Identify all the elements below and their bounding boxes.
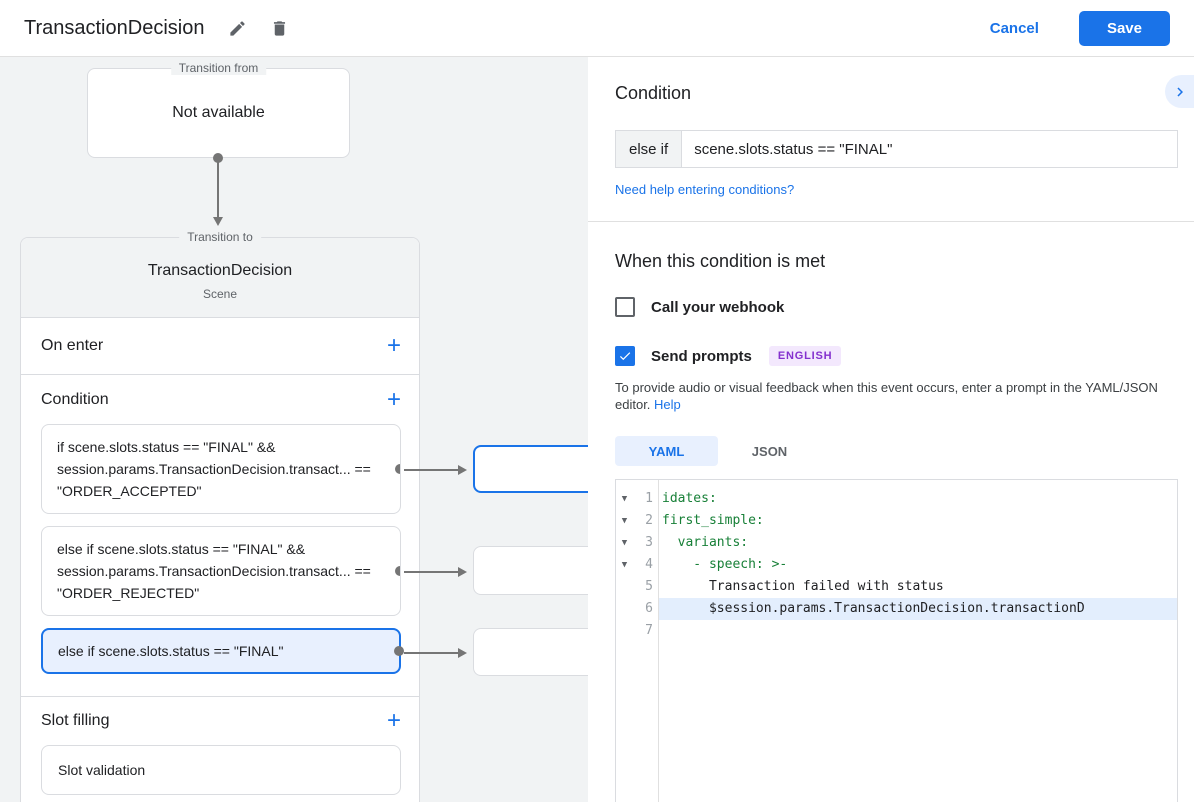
- target-scene-box-3[interactable]: [473, 628, 588, 676]
- edit-icon[interactable]: [226, 17, 248, 39]
- arrow-down-icon: [213, 217, 223, 226]
- when-condition-met-title: When this condition is met: [615, 251, 826, 271]
- code-line: first_simple:: [662, 513, 764, 528]
- line-number: 4: [645, 557, 653, 572]
- condition-card-text: else if scene.slots.status == "FINAL": [58, 643, 284, 659]
- send-prompts-label: Send prompts: [651, 347, 752, 365]
- line-number: 7: [645, 623, 653, 638]
- line-number: 6: [645, 601, 653, 616]
- transition-from-value: Not available: [172, 104, 265, 121]
- arrow-right-icon: [458, 567, 467, 577]
- transition-from-legend: Transition from: [170, 61, 267, 75]
- panel-title: Condition: [615, 83, 692, 103]
- condition-expression-input[interactable]: [682, 131, 1177, 167]
- condition-label: Condition: [41, 390, 109, 408]
- condition-card-text: if scene.slots.status == "FINAL" && sess…: [57, 439, 371, 499]
- connector-dot: [394, 646, 404, 656]
- tab-json[interactable]: JSON: [718, 436, 821, 466]
- page-title: TransactionDecision: [24, 16, 205, 39]
- transition-arrow-line: [404, 571, 459, 573]
- prompt-description: To provide audio or visual feedback when…: [615, 380, 1158, 412]
- add-condition-button[interactable]: +: [385, 387, 403, 412]
- conditions-help-link[interactable]: Need help entering conditions?: [615, 182, 794, 197]
- save-button[interactable]: Save: [1078, 10, 1170, 46]
- condition-section-header: Condition +: [21, 375, 419, 424]
- call-webhook-label: Call your webhook: [651, 298, 785, 316]
- scene-name: TransactionDecision: [147, 262, 293, 279]
- on-enter-section: On enter +: [21, 318, 419, 375]
- webhook-option-row: Call your webhook: [615, 297, 1194, 317]
- checkmark-icon: [619, 352, 631, 361]
- section-divider: [588, 221, 1194, 222]
- line-number: 5: [645, 579, 653, 594]
- yaml-code-editor[interactable]: ▼ ▼ ▼ ▼ 1 2 3 4 5 6 7 idates: first_simp…: [615, 479, 1178, 802]
- condition-card-2[interactable]: else if scene.slots.status == "FINAL" &&…: [41, 526, 401, 616]
- chevron-right-icon: [1176, 87, 1183, 96]
- tab-yaml[interactable]: YAML: [615, 436, 718, 466]
- condition-detail-panel: Condition else if Need help entering con…: [588, 57, 1194, 802]
- code-line: - speech: >-: [662, 557, 788, 572]
- scene-type-label: Scene: [202, 287, 238, 301]
- transition-from-box[interactable]: Transition from Not available: [87, 61, 350, 158]
- transition-to-legend: Transition to: [179, 230, 261, 244]
- add-on-enter-button[interactable]: +: [385, 334, 403, 358]
- scene-header: TransactionDecision Scene: [21, 238, 419, 318]
- arrow-right-icon: [458, 648, 467, 658]
- line-number: 3: [645, 535, 653, 550]
- connector-dot: [395, 464, 400, 474]
- collapse-panel-button[interactable]: [1165, 75, 1194, 108]
- cancel-button[interactable]: Cancel: [990, 20, 1039, 37]
- call-webhook-checkbox[interactable]: [615, 297, 635, 317]
- transition-arrow-line: [404, 469, 459, 471]
- slot-validation-card[interactable]: Slot validation: [41, 745, 401, 795]
- chevron-down-icon[interactable]: ▼: [616, 510, 633, 532]
- code-line: idates:: [662, 491, 717, 506]
- line-number: 2: [645, 513, 653, 528]
- slot-card-text: Slot validation: [58, 762, 146, 778]
- on-enter-label: On enter: [41, 337, 104, 354]
- editor-format-tabs: YAML JSON: [615, 436, 1194, 466]
- connector-dot: [395, 566, 400, 576]
- target-scene-box-2[interactable]: [473, 546, 588, 595]
- send-prompts-checkbox[interactable]: [615, 346, 635, 366]
- transition-arrow-line: [404, 652, 459, 654]
- condition-prefix-label: else if: [616, 131, 683, 167]
- fold-gutter: ▼ ▼ ▼ ▼: [616, 480, 633, 802]
- line-number: 1: [645, 491, 653, 506]
- condition-expression-row: else if: [615, 130, 1178, 168]
- delete-icon[interactable]: [268, 17, 290, 39]
- language-badge: ENGLISH: [768, 346, 842, 366]
- chevron-down-icon[interactable]: ▼: [616, 532, 633, 554]
- transition-to-box: Transition to TransactionDecision Scene …: [20, 230, 420, 802]
- help-link[interactable]: Help: [654, 397, 681, 412]
- scene-flow-canvas: Transition from Not available Transition…: [0, 57, 588, 802]
- target-scene-box-1[interactable]: [473, 445, 588, 493]
- add-slot-button[interactable]: +: [385, 709, 403, 733]
- code-line-highlighted: $session.params.TransactionDecision.tran…: [659, 598, 1177, 620]
- condition-card-text: else if scene.slots.status == "FINAL" &&…: [57, 541, 371, 601]
- top-bar: TransactionDecision Cancel Save: [0, 0, 1194, 57]
- code-line: variants:: [662, 535, 749, 550]
- code-line: Transaction failed with status: [662, 579, 944, 594]
- chevron-down-icon[interactable]: ▼: [616, 488, 633, 510]
- line-number-gutter: 1 2 3 4 5 6 7: [633, 480, 659, 802]
- condition-card-3-selected[interactable]: else if scene.slots.status == "FINAL": [41, 628, 404, 674]
- chevron-down-icon[interactable]: ▼: [616, 554, 633, 576]
- slot-filling-section: Slot filling + Slot validation: [21, 696, 419, 795]
- condition-card-1[interactable]: if scene.slots.status == "FINAL" && sess…: [41, 424, 401, 514]
- code-area[interactable]: idates: first_simple: variants: - speech…: [659, 480, 1177, 802]
- transition-arrow-line: [217, 161, 219, 217]
- slot-filling-label: Slot filling: [41, 712, 110, 729]
- send-prompts-option-row: Send prompts ENGLISH: [615, 346, 1194, 366]
- arrow-right-icon: [458, 465, 467, 475]
